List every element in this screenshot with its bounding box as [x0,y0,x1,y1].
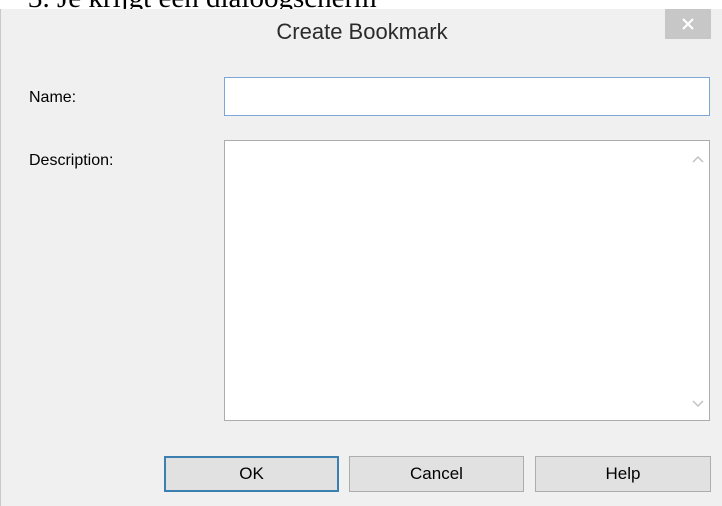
description-field[interactable] [225,141,688,420]
dialog-title: Create Bookmark [276,19,448,44]
dialog-title-bar[interactable]: Create Bookmark [1,9,722,54]
help-button[interactable]: Help [535,456,711,492]
scroll-down-button[interactable] [687,392,709,416]
create-bookmark-dialog: Create Bookmark Name: Description: OK Ca… [0,9,722,506]
cancel-button[interactable]: Cancel [349,456,524,492]
scroll-up-button[interactable] [687,147,709,171]
page: 3. Je krijgt een dialoogscherm Create Bo… [0,0,722,506]
description-label: Description: [29,152,114,169]
close-button[interactable] [665,9,711,39]
description-box [224,140,710,421]
name-label: Name: [29,89,77,106]
close-x-icon [681,17,695,31]
name-field[interactable] [224,77,710,116]
ok-button[interactable]: OK [164,456,339,492]
chevron-up-icon [692,150,704,168]
description-scrollbar[interactable] [687,141,709,420]
chevron-down-icon [692,395,704,413]
